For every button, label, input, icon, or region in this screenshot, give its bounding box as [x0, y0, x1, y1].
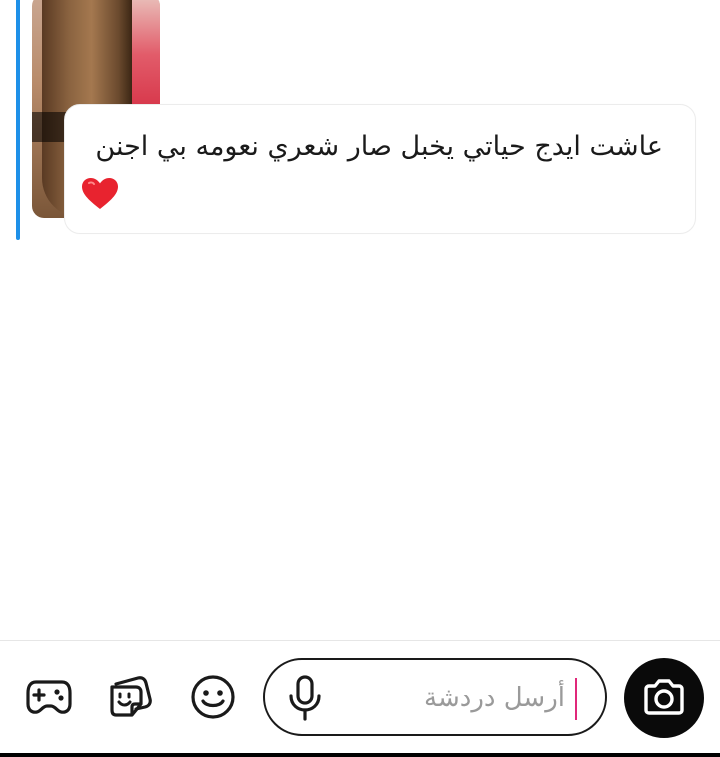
microphone-icon[interactable] [285, 674, 325, 722]
chat-input[interactable]: أرسل دردشة [263, 658, 607, 736]
emoji-icon [191, 675, 235, 719]
chat-area: عاشت ايدج حياتي يخبل صار شعري نعومه بي ا… [0, 0, 720, 640]
sticker-button[interactable] [106, 672, 156, 722]
emoji-button[interactable] [188, 672, 238, 722]
heart-icon [82, 178, 118, 209]
camera-icon [644, 679, 684, 715]
message-accent-bar [16, 0, 20, 240]
message-bubble[interactable]: عاشت ايدج حياتي يخبل صار شعري نعومه بي ا… [64, 104, 696, 234]
camera-button[interactable] [624, 658, 704, 738]
chat-input-placeholder: أرسل دردشة [424, 683, 565, 713]
system-nav-strip [0, 753, 720, 757]
message-text: عاشت ايدج حياتي يخبل صار شعري نعومه بي ا… [95, 131, 663, 162]
text-caret [575, 678, 577, 720]
sticker-icon [110, 676, 152, 717]
game-controller-button[interactable] [24, 672, 74, 722]
game-controller-icon [26, 680, 72, 714]
